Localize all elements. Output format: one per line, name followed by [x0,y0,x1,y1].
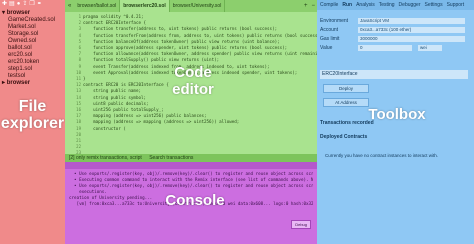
value-unit-select[interactable]: wei [418,44,442,51]
folder-label: browser [6,80,31,86]
account-row: Account 0xca3...a733c (100 ether) [317,25,474,34]
debug-button[interactable]: Debug [291,220,311,229]
no-instances-note: Currently you have no contract instances… [325,153,439,158]
environment-select[interactable]: JavaScript VM [358,17,465,24]
gas-limit-input[interactable]: 3000000 [358,35,465,42]
deployed-contracts-label: Deployed Contracts [320,134,368,140]
file-item[interactable]: Storage.sol [2,31,63,38]
tab-settings[interactable]: Settings [425,2,443,8]
tab-testing[interactable]: Testing [379,2,395,8]
file-tree: ▾ browser GameCreated.sol Market.sol Sto… [0,10,65,87]
tab-debugger[interactable]: Debugger [399,2,421,8]
file-item[interactable]: step1.sol [2,66,63,73]
editor-tab-bar: « browser/ballot.sol browser/erc20.sol b… [65,0,317,12]
status-item[interactable]: Search transactions [149,155,193,161]
tab-run[interactable]: Run [342,2,352,8]
value-input[interactable]: 0 [358,44,412,51]
folder-label: browser [6,10,31,16]
new-file-icon[interactable]: ✚ [2,1,7,9]
tab-support[interactable]: Support [447,2,465,8]
editor-tab[interactable]: browser/University.sol [170,0,226,12]
status-item[interactable]: [2] only remix transactions, script [69,155,142,161]
github-icon[interactable]: ● [17,1,21,9]
deploy-button[interactable]: Deploy [323,84,369,93]
console-overlay-label: Console [165,192,225,209]
toolbox-overlay-label: Toolbox [368,106,426,123]
code-editor-panel: « browser/ballot.sol browser/erc20.sol b… [65,0,317,162]
console-toolbar [65,162,317,169]
account-select[interactable]: 0xca3...a733c (100 ether) [358,26,465,33]
editor-tab[interactable]: browser/ballot.sol [74,0,121,12]
account-label: Account [320,26,339,33]
zoom-in-icon[interactable]: + [302,3,310,9]
editor-status-bar: [2] only remix transactions, script Sear… [65,154,317,162]
file-explorer-panel: ✚ ▤ ● ⇪ ❐ ⚭ ▾ browser GameCreated.sol Ma… [0,0,65,244]
copy-icon[interactable]: ❐ [29,1,34,9]
overlay-label-line: editor [172,81,214,98]
file-item[interactable]: erc20.token [2,59,63,66]
open-folder-icon[interactable]: ▤ [9,1,15,9]
value-label: Value [320,44,333,51]
code-line: function transferFrom(address from, addr… [83,32,317,38]
file-item[interactable]: erc20.sol [2,52,63,59]
zoom-out-icon[interactable]: − [309,3,317,9]
value-row: Value 0 wei [317,43,474,52]
line-number-gutter: 1234567891011121314151617181920212223242… [67,14,81,162]
tab-compile[interactable]: Compile [320,2,338,8]
toolbox-tab-bar: Compile Run Analysis Testing Debugger Se… [317,0,474,10]
folder-item[interactable]: ▸ browser [2,80,63,87]
nav-left-icon[interactable]: « [65,3,74,9]
tab-analysis[interactable]: Analysis [356,2,375,8]
link-icon[interactable]: ⚭ [37,1,42,9]
overlay-label-line: Code [174,64,212,81]
file-item[interactable]: testsol [2,73,63,80]
file-item[interactable]: ballot.sol [2,45,63,52]
file-item[interactable]: Owned.sol [2,38,63,45]
file-explorer-overlay-label: File explorer [0,98,65,132]
gas-limit-row: Gas limit 3000000 [317,34,474,43]
gas-limit-label: Gas limit [320,35,340,42]
explorer-toolbar: ✚ ▤ ● ⇪ ❐ ⚭ [0,0,65,10]
environment-row: Environment JavaScript VM [317,16,474,25]
publish-icon[interactable]: ⇪ [22,1,27,9]
code-line: constructor ( [83,125,126,131]
folder-item[interactable]: ▾ browser [2,10,63,17]
overlay-label-line: explorer [0,115,65,132]
environment-label: Environment [320,17,349,24]
file-item[interactable]: Market.sol [2,24,63,31]
code-editor-overlay-label: Code editor [153,64,233,98]
file-item[interactable]: GameCreated.sol [2,17,63,24]
contract-select[interactable]: ERC20Interface [320,70,468,79]
toolbox-panel: Compile Run Analysis Testing Debugger Se… [317,0,474,244]
overlay-label-line: File [18,98,47,115]
editor-tab-active[interactable]: browser/erc20.sol [120,0,170,12]
console-panel: • Use exports/.register(key, obj)/.remov… [65,162,317,244]
